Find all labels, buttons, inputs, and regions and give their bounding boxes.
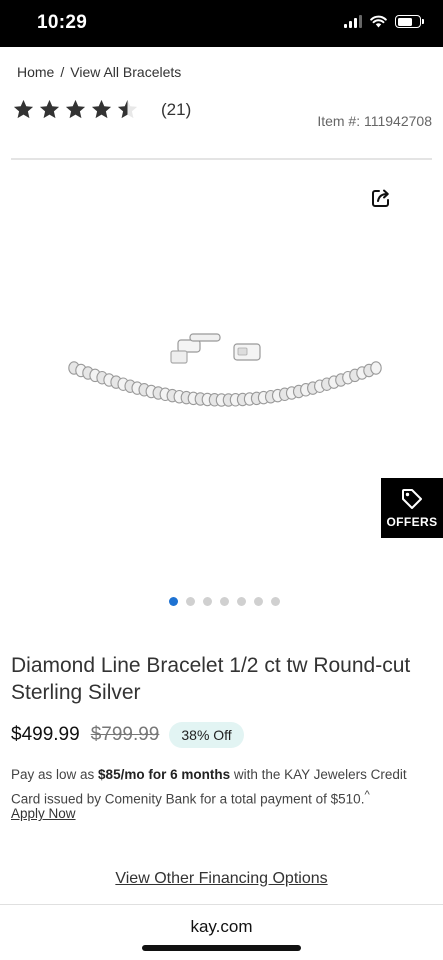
star-icon	[91, 99, 112, 119]
product-title: Diamond Line Bracelet 1/2 ct tw Round-cu…	[11, 654, 411, 704]
carousel-dot[interactable]	[169, 597, 178, 606]
browser-bottom-bar: kay.com	[0, 904, 443, 960]
star-icon	[117, 99, 138, 119]
breadcrumb-separator: /	[60, 64, 65, 80]
carousel-dot[interactable]	[271, 597, 280, 606]
bracelet-clasp	[170, 333, 261, 364]
carousel-dots	[169, 597, 280, 606]
financing-text: Pay as low as $85/mo for 6 months with t…	[11, 764, 436, 810]
breadcrumb: Home / View All Bracelets	[17, 64, 181, 80]
star-rating[interactable]	[12, 98, 139, 121]
url-bar[interactable]: kay.com	[0, 917, 443, 937]
divider	[11, 158, 432, 160]
status-bar: 10:29	[0, 0, 443, 47]
original-price: $799.99	[90, 724, 160, 745]
sale-price: $499.99	[11, 724, 80, 745]
rating-row[interactable]: (21)	[12, 98, 191, 121]
star-icon	[39, 99, 60, 119]
cellular-signal-icon	[344, 15, 362, 28]
financing-footnote: ^	[364, 789, 370, 801]
carousel-dot[interactable]	[203, 597, 212, 606]
bracelet-links	[68, 361, 382, 407]
tag-icon	[402, 489, 422, 509]
offers-button[interactable]: OFFERS	[381, 478, 443, 538]
status-time: 10:29	[37, 12, 88, 33]
view-financing-options-link[interactable]: View Other Financing Options	[0, 870, 443, 888]
bracelet-link	[370, 361, 382, 375]
offers-label: OFFERS	[386, 515, 438, 529]
carousel-dot[interactable]	[254, 597, 263, 606]
financing-text-pre: Pay as low as	[11, 767, 99, 782]
carousel-dot[interactable]	[220, 597, 229, 606]
price-row: $499.99 $799.99 38% Off	[11, 722, 244, 748]
carousel-dot[interactable]	[237, 597, 246, 606]
discount-badge: 38% Off	[169, 722, 244, 748]
apply-now-link[interactable]: Apply Now	[11, 806, 76, 821]
wifi-icon	[370, 15, 387, 28]
item-number: Item #: 111942708	[317, 113, 432, 129]
status-icons	[344, 15, 424, 28]
carousel-dot[interactable]	[186, 597, 195, 606]
battery-level	[397, 17, 413, 26]
product-image[interactable]	[60, 320, 390, 420]
battery-icon	[395, 15, 424, 28]
home-indicator[interactable]	[142, 945, 301, 951]
breadcrumb-current-link[interactable]: View All Bracelets	[70, 64, 181, 80]
breadcrumb-home-link[interactable]: Home	[17, 64, 54, 80]
star-icon	[65, 99, 86, 119]
share-icon[interactable]	[369, 186, 393, 210]
star-icon	[13, 99, 34, 119]
review-count[interactable]: (21)	[161, 100, 191, 120]
financing-monthly: $85/mo for 6 months	[98, 767, 231, 782]
